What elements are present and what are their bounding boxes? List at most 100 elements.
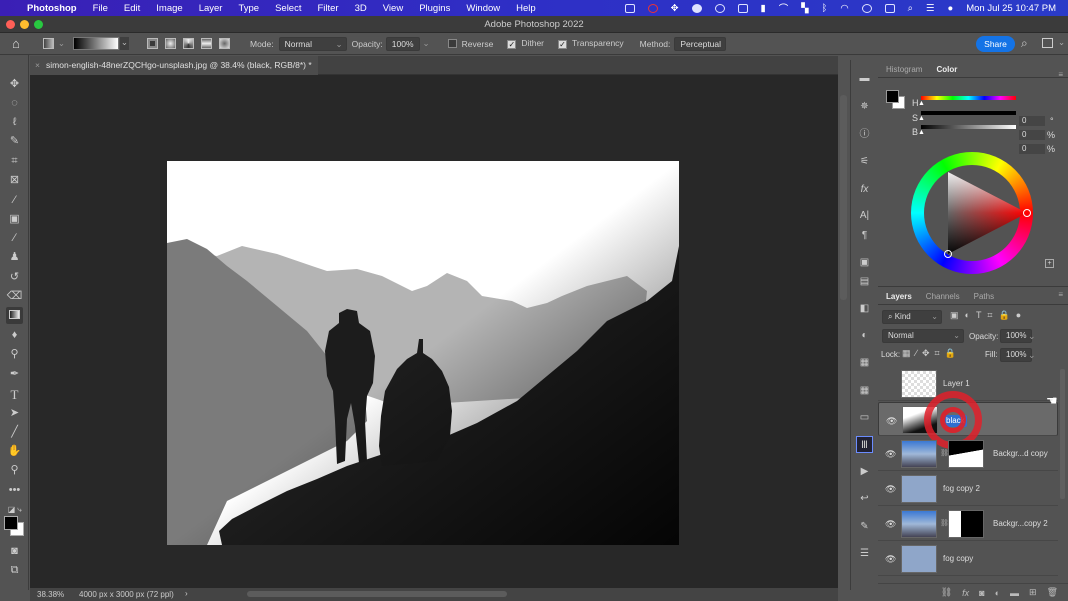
layer-name[interactable]: Backgr...copy 2 <box>993 519 1048 528</box>
notes-icon[interactable]: ▤ <box>856 273 873 290</box>
globe-icon[interactable] <box>691 3 702 13</box>
gradients-icon[interactable]: ▭ <box>856 409 873 426</box>
tab-histogram[interactable]: Histogram <box>880 62 928 77</box>
gradient-tool-icon[interactable] <box>6 307 23 324</box>
move-tool-icon[interactable]: ✥ <box>6 76 23 93</box>
new-adjustment-layer-icon[interactable]: ◐ <box>995 588 1000 598</box>
eraser-tool-icon[interactable]: ⌫ <box>6 288 23 305</box>
brightness-slider[interactable] <box>921 125 1016 129</box>
status-menu-chevron-icon[interactable]: › <box>185 589 188 598</box>
menu-app-name[interactable]: Photoshop <box>27 3 77 14</box>
tab-color[interactable]: Color <box>930 62 964 77</box>
hand-tool-icon[interactable]: ✋ <box>6 443 23 460</box>
frame-tool-icon[interactable]: ⊠ <box>6 172 23 189</box>
delete-layer-icon[interactable]: 🗑 <box>1047 587 1058 598</box>
pen-tool-icon[interactable]: ✒ <box>6 366 23 383</box>
canvas-area[interactable] <box>30 75 838 588</box>
add-mask-icon[interactable]: ◙ <box>979 588 984 598</box>
character-icon[interactable]: A| <box>856 207 873 224</box>
menu-window[interactable]: Window <box>466 3 500 14</box>
search-icon[interactable]: ⌕ <box>1021 36 1028 51</box>
info-icon[interactable]: ⓘ <box>856 126 873 143</box>
layers-scrollbar[interactable] <box>1060 369 1065 499</box>
close-tab-icon[interactable]: × <box>35 56 40 75</box>
new-group-icon[interactable]: ▬ <box>1010 588 1019 598</box>
table-icon[interactable]: ▦ <box>856 382 873 399</box>
hue-slider[interactable] <box>921 96 1016 100</box>
blend-mode-select[interactable]: Normal ⌄ <box>882 329 964 343</box>
document-tab[interactable]: × simon-english-48nerZQCHgo-unsplash.jpg… <box>30 56 318 75</box>
display-icon[interactable] <box>884 3 895 13</box>
camera-icon[interactable] <box>624 3 635 13</box>
visibility-eye-icon[interactable]: 👁 <box>885 519 896 530</box>
properties-icon[interactable]: ⚟ <box>856 153 873 170</box>
zoom-tool-icon[interactable]: ⚲ <box>6 462 23 479</box>
share-button[interactable]: Share <box>976 36 1015 52</box>
clone-stamp-tool-icon[interactable]: ♟ <box>6 249 23 266</box>
home-icon[interactable]: ⌂ <box>12 36 20 51</box>
add-swatch-icon[interactable]: + <box>1045 259 1054 268</box>
arc-icon[interactable]: ⌒ <box>779 1 789 15</box>
history-icon[interactable]: ↩ <box>856 490 873 507</box>
h-value-input[interactable]: 0 <box>1019 116 1045 126</box>
saturation-slider[interactable] <box>921 111 1016 115</box>
control-center-icon[interactable]: ☰ <box>926 3 935 14</box>
menu-file[interactable]: File <box>93 3 108 14</box>
navigator-icon[interactable]: ✵ <box>856 98 873 115</box>
blur-tool-icon[interactable]: ♦ <box>6 327 23 344</box>
tab-paths[interactable]: Paths <box>968 289 1000 304</box>
airplay-icon[interactable] <box>737 3 748 13</box>
adjustment-sliders-icon[interactable]: ☰ <box>856 545 873 562</box>
layer-name[interactable]: fog copy 2 <box>943 484 980 493</box>
vertical-scrollbar[interactable] <box>840 95 847 300</box>
more-tools-icon[interactable]: ••• <box>6 482 23 499</box>
comments-icon[interactable]: ▬ <box>856 70 873 87</box>
foreground-color-chip[interactable] <box>886 90 899 103</box>
adjustments-icon[interactable]: ◐ <box>856 327 873 344</box>
reverse-checkbox[interactable]: Reverse <box>447 38 493 49</box>
screen-mode-icon[interactable]: ⧉ <box>6 562 23 579</box>
diamond-gradient-button[interactable] <box>218 38 230 49</box>
menu-layer[interactable]: Layer <box>199 3 223 14</box>
user-icon[interactable] <box>861 3 872 13</box>
actions-icon[interactable]: ▶ <box>856 463 873 480</box>
healing-brush-tool-icon[interactable]: ▣ <box>6 211 23 228</box>
record-icon[interactable] <box>647 3 658 13</box>
menu-type[interactable]: Type <box>238 3 259 14</box>
layer-name[interactable]: Layer 1 <box>943 379 970 388</box>
menu-filter[interactable]: Filter <box>317 3 338 14</box>
visibility-eye-icon[interactable]: 👁 <box>886 415 897 427</box>
dodge-tool-icon[interactable]: ⚲ <box>6 346 23 363</box>
opacity-input[interactable]: 100% <box>385 36 420 51</box>
visibility-eye-icon[interactable]: 👁 <box>885 554 896 565</box>
gradient-dropdown[interactable]: ⌄ <box>119 37 129 50</box>
menu-image[interactable]: Image <box>156 3 182 14</box>
libraries-icon[interactable]: ▣ <box>856 254 873 271</box>
siri-icon[interactable]: ● <box>947 3 953 14</box>
tab-layers[interactable]: Layers <box>880 289 918 304</box>
layer-row-background-copy[interactable]: 👁 ⛓ Backgr...d copy <box>878 437 1058 471</box>
layer-row-fog-copy-2[interactable]: 👁 fog copy 2 <box>878 472 1058 506</box>
lasso-tool-icon[interactable]: ℓ <box>6 114 23 131</box>
horizontal-scrollbar[interactable] <box>247 591 507 597</box>
spotlight-icon[interactable]: ⌕ <box>908 3 913 14</box>
visibility-eye-icon[interactable]: 👁 <box>885 449 896 460</box>
patterns-icon[interactable]: ◧ <box>856 300 873 317</box>
layer-filter-select[interactable]: ⌕ Kind ⌄ <box>882 310 942 324</box>
marquee-tool-icon[interactable]: ◌ <box>6 95 23 112</box>
eyedropper-tool-icon[interactable]: ⁄ <box>6 192 23 209</box>
saturation-slider-handle[interactable]: ▲ <box>918 115 925 122</box>
transparency-checkbox[interactable]: ✓ Transparency <box>558 38 624 49</box>
layer-filter-icons[interactable]: ▣◐T⌗🔒● <box>950 310 1027 321</box>
brightness-slider-handle[interactable]: ▲ <box>918 129 925 136</box>
brush-settings-icon[interactable]: ✎ <box>856 518 873 535</box>
wifi-icon[interactable]: ◠ <box>840 3 848 14</box>
screen-record-icon[interactable] <box>714 3 725 13</box>
mode-select[interactable]: Normal ⌄ <box>278 36 347 51</box>
foreground-color-swatch[interactable] <box>4 516 18 530</box>
method-select[interactable]: Perceptual⌄ <box>674 36 727 61</box>
fill-dropdown[interactable]: ⌄ <box>1028 350 1036 361</box>
swatches-icon[interactable]: ▦ <box>856 354 873 371</box>
lock-icons[interactable]: ▦∕✥⌗🔒 <box>902 348 961 359</box>
menu-3d[interactable]: 3D <box>355 3 367 14</box>
